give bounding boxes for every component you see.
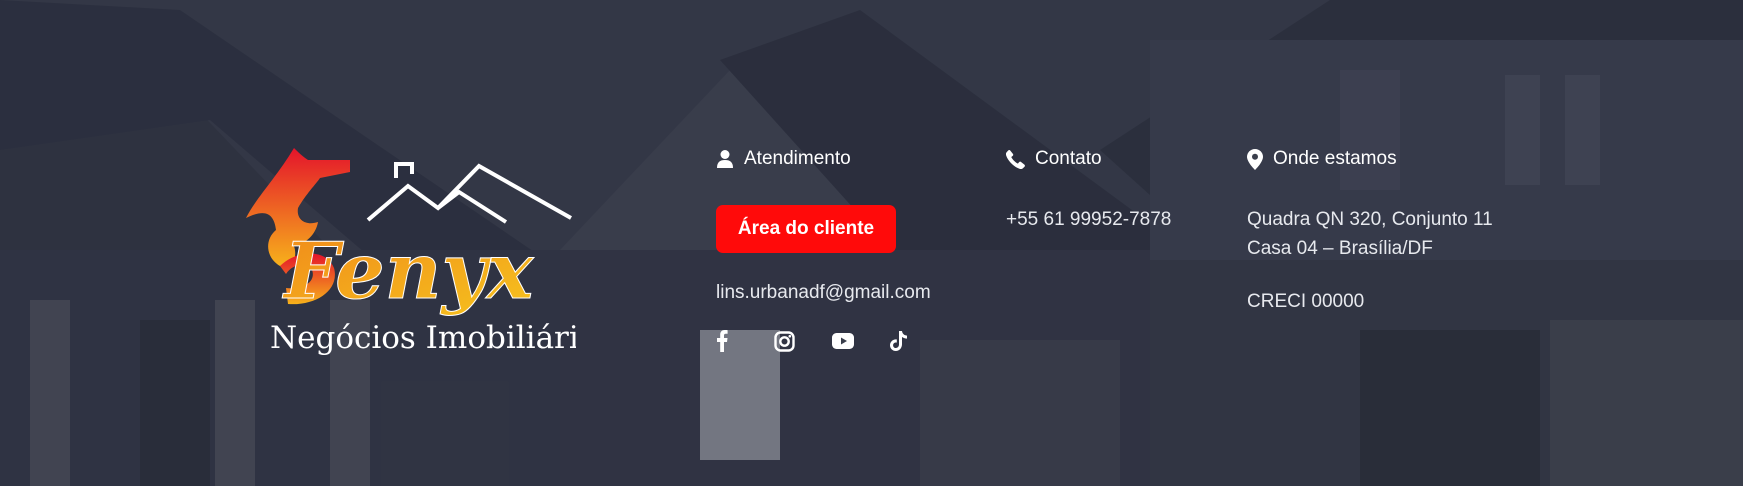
youtube-icon [832,333,854,349]
client-area-button[interactable]: Área do cliente [716,205,896,253]
onde-estamos-heading: Onde estamos [1247,148,1397,170]
site-footer: Fenyx Negócios Imobiliários Atendimento … [0,0,1743,486]
atendimento-title: Atendimento [744,148,851,169]
logo-word: Fenyx [282,226,535,317]
company-logo[interactable]: Fenyx Negócios Imobiliários [236,138,613,368]
contato-title: Contato [1035,148,1102,169]
address-line-2: Casa 04 – Brasília/DF [1247,238,1433,259]
atendimento-heading: Atendimento [716,148,851,170]
youtube-link[interactable] [832,329,890,353]
address-line-1: Quadra QN 320, Conjunto 11 [1247,209,1493,230]
contato-heading: Contato [1006,148,1102,170]
logo-subtitle: Negócios Imobiliários [270,320,576,356]
location-pin-icon [1247,148,1263,170]
onde-estamos-title: Onde estamos [1273,148,1397,169]
instagram-link[interactable] [774,329,832,353]
tiktok-icon [890,331,907,351]
instagram-icon [774,330,795,352]
social-links [716,329,948,353]
tiktok-link[interactable] [890,329,948,353]
phone-icon [1006,149,1025,169]
user-icon [717,150,733,168]
facebook-icon [717,330,728,352]
contact-phone[interactable]: +55 61 99952-7878 [1006,205,1171,234]
fenyx-logo-graphic: Fenyx Negócios Imobiliários [246,148,613,356]
contact-email[interactable]: lins.urbanadf@gmail.com [716,278,931,307]
creci-number: CRECI 00000 [1247,291,1365,312]
facebook-link[interactable] [716,329,774,353]
